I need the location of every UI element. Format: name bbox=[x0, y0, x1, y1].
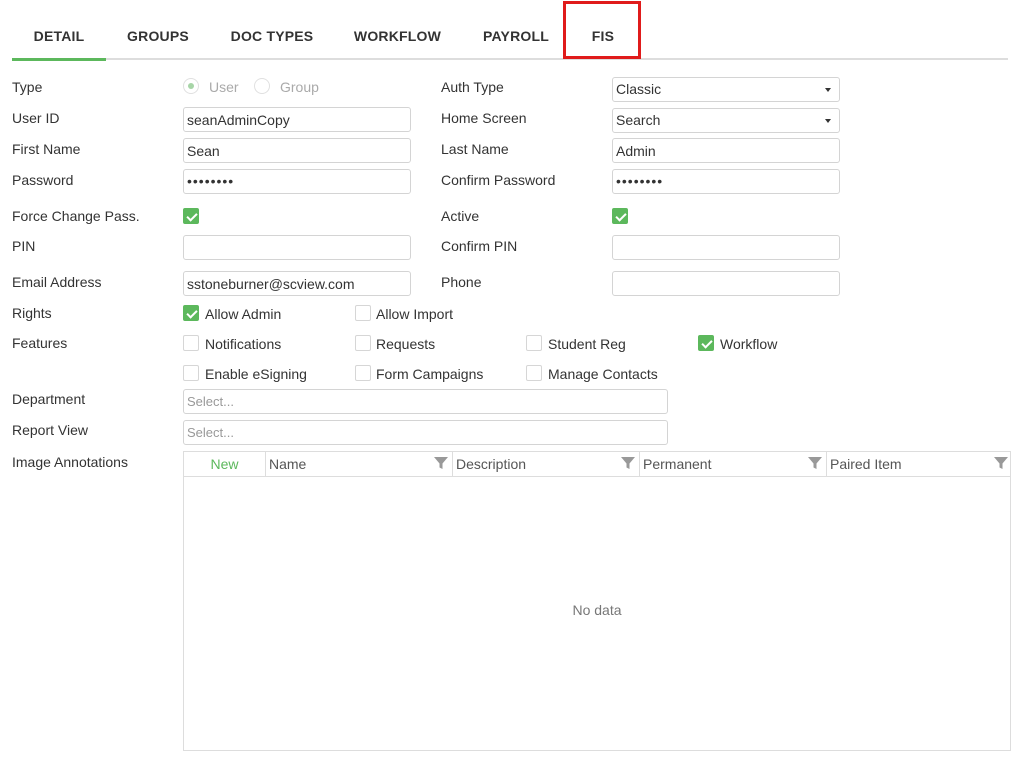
type-user-radio[interactable] bbox=[183, 78, 199, 94]
grid-col-paired-item[interactable]: Paired Item bbox=[826, 452, 1010, 476]
report-view-select[interactable] bbox=[183, 420, 668, 445]
filter-icon[interactable] bbox=[434, 456, 448, 470]
confirm-pin-label: Confirm PIN bbox=[441, 238, 518, 254]
allow-admin-label: Allow Admin bbox=[205, 306, 282, 322]
allow-import-label: Allow Import bbox=[376, 306, 454, 322]
grid-col-name[interactable]: Name bbox=[265, 452, 452, 476]
phone-input[interactable] bbox=[612, 271, 840, 296]
pin-input[interactable] bbox=[183, 235, 411, 260]
tab-payroll[interactable]: PAYROLL bbox=[474, 14, 558, 58]
grid-col-permanent-label: Permanent bbox=[643, 456, 712, 472]
last-name-input[interactable] bbox=[612, 138, 840, 163]
confirm-password-label: Confirm Password bbox=[441, 172, 556, 188]
type-group-label: Group bbox=[280, 79, 319, 95]
confirm-password-input[interactable]: •••••••• bbox=[612, 169, 840, 194]
tab-detail[interactable]: DETAIL bbox=[12, 14, 106, 61]
grid-new-button[interactable]: New bbox=[184, 452, 265, 476]
department-label: Department bbox=[12, 391, 86, 407]
requests-checkbox[interactable] bbox=[355, 335, 371, 351]
image-annotations-label: Image Annotations bbox=[12, 454, 128, 470]
type-group-radio[interactable] bbox=[254, 78, 270, 94]
notifications-label: Notifications bbox=[205, 336, 282, 352]
user-id-input[interactable] bbox=[183, 107, 411, 132]
grid-header: New Name Description Permanent Paired It… bbox=[184, 452, 1010, 477]
grid-col-permanent[interactable]: Permanent bbox=[639, 452, 826, 476]
password-label: Password bbox=[12, 172, 74, 188]
features-label: Features bbox=[12, 335, 68, 351]
last-name-label: Last Name bbox=[441, 141, 509, 157]
type-label: Type bbox=[12, 79, 43, 95]
grid-col-paired-item-label: Paired Item bbox=[830, 456, 902, 472]
workflow-checkbox[interactable] bbox=[698, 335, 714, 351]
tab-workflow[interactable]: WORKFLOW bbox=[345, 14, 450, 58]
tabs-underline bbox=[12, 58, 1008, 60]
active-checkbox[interactable] bbox=[612, 208, 628, 224]
force-change-label: Force Change Pass. bbox=[12, 208, 140, 224]
student-reg-label: Student Reg bbox=[548, 336, 626, 352]
fis-tab-highlight-box bbox=[563, 1, 641, 59]
first-name-input[interactable] bbox=[183, 138, 411, 163]
chevron-down-icon bbox=[825, 88, 831, 92]
image-annotations-grid: New Name Description Permanent Paired It… bbox=[183, 451, 1011, 751]
home-screen-select[interactable]: Search bbox=[612, 108, 840, 133]
tab-groups[interactable]: GROUPS bbox=[114, 14, 202, 58]
confirm-pin-input[interactable] bbox=[612, 235, 840, 260]
allow-import-checkbox[interactable] bbox=[355, 305, 371, 321]
filter-icon[interactable] bbox=[621, 456, 635, 470]
filter-icon[interactable] bbox=[808, 456, 822, 470]
grid-col-description[interactable]: Description bbox=[452, 452, 639, 476]
user-id-label: User ID bbox=[12, 110, 60, 126]
auth-type-label: Auth Type bbox=[441, 79, 504, 95]
manage-contacts-label: Manage Contacts bbox=[548, 366, 658, 382]
requests-label: Requests bbox=[376, 336, 436, 352]
enable-esigning-checkbox[interactable] bbox=[183, 365, 199, 381]
department-select[interactable] bbox=[183, 389, 668, 414]
first-name-label: First Name bbox=[12, 141, 81, 157]
password-input[interactable]: •••••••• bbox=[183, 169, 411, 194]
rights-label: Rights bbox=[12, 305, 52, 321]
report-view-label: Report View bbox=[12, 422, 89, 438]
type-user-label: User bbox=[209, 79, 239, 95]
form-campaigns-checkbox[interactable] bbox=[355, 365, 371, 381]
home-screen-value: Search bbox=[616, 112, 661, 128]
enable-esigning-label: Enable eSigning bbox=[205, 366, 307, 382]
manage-contacts-checkbox[interactable] bbox=[526, 365, 542, 381]
home-screen-label: Home Screen bbox=[441, 110, 527, 126]
notifications-checkbox[interactable] bbox=[183, 335, 199, 351]
pin-label: PIN bbox=[12, 238, 36, 254]
email-input[interactable] bbox=[183, 271, 411, 296]
grid-empty-message: No data bbox=[572, 602, 622, 618]
workflow-label: Workflow bbox=[720, 336, 778, 352]
chevron-down-icon bbox=[825, 119, 831, 123]
auth-type-value: Classic bbox=[616, 81, 662, 97]
allow-admin-checkbox[interactable] bbox=[183, 305, 199, 321]
grid-col-name-label: Name bbox=[269, 456, 307, 472]
force-change-checkbox[interactable] bbox=[183, 208, 199, 224]
student-reg-checkbox[interactable] bbox=[526, 335, 542, 351]
phone-label: Phone bbox=[441, 274, 482, 290]
active-label: Active bbox=[441, 208, 480, 224]
filter-icon[interactable] bbox=[994, 456, 1008, 470]
form-campaigns-label: Form Campaigns bbox=[376, 366, 484, 382]
tab-doc-types[interactable]: DOC TYPES bbox=[222, 14, 322, 58]
grid-col-description-label: Description bbox=[456, 456, 527, 472]
auth-type-select[interactable]: Classic bbox=[612, 77, 840, 102]
email-label: Email Address bbox=[12, 274, 102, 290]
